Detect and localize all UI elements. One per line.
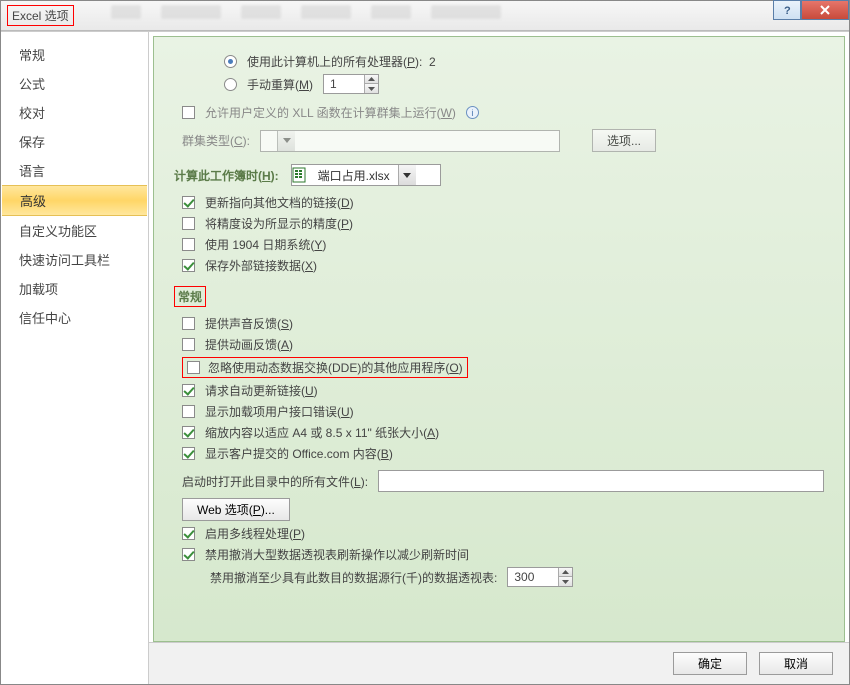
help-button[interactable]: ? [773,0,801,20]
check-ignore-dde[interactable] [187,361,200,374]
title-highlight: Excel 选项 [7,5,74,26]
dialog-window: Excel 选项 ? 常规 公式 校对 保存 语言 高级 [0,0,850,685]
cluster-type-combo[interactable] [260,130,560,152]
dialog-footer: 确定 取消 [149,642,849,684]
check-update-links[interactable] [182,196,195,209]
sidebar-item-advanced[interactable]: 高级 [2,185,147,216]
check-anim-feedback[interactable] [182,338,195,351]
info-icon[interactable]: i [466,106,479,119]
sidebar-item-qat[interactable]: 快速访问工具栏 [1,245,148,274]
check-save-external[interactable] [182,259,195,272]
ok-button[interactable]: 确定 [673,652,747,675]
startup-folder-input[interactable] [378,470,824,492]
sidebar-item-addins[interactable]: 加载项 [1,274,148,303]
chevron-down-icon [398,165,416,185]
cancel-button[interactable]: 取消 [759,652,833,675]
spinner-icon[interactable] [364,75,378,93]
content-pane: 使用此计算机上的所有处理器(P): 2 手动重算(M) 1 [153,36,845,642]
min-rows-input[interactable]: 300 [507,567,573,587]
section-calculate-workbook: 计算此工作簿时(H): 端口占用.xlsx [174,164,824,186]
web-options-button[interactable]: Web 选项(P)... [182,498,290,521]
startup-folder-label: 启动时打开此目录中的所有文件(L): [182,473,368,490]
section-general-label: 常规 [174,286,206,307]
chevron-down-icon [277,131,295,151]
sidebar-item-proofing[interactable]: 校对 [1,98,148,127]
category-sidebar: 常规 公式 校对 保存 语言 高级 自定义功能区 快速访问工具栏 加载项 信任中… [1,32,149,684]
close-button[interactable] [801,0,849,20]
highlighted-ignore-dde: 忽略使用动态数据交换(DDE)的其他应用程序(O) [182,357,468,378]
check-multithread[interactable] [182,527,195,540]
opt-allow-xll: 允许用户定义的 XLL 函数在计算群集上运行(W) i [174,104,824,121]
proc-count: 2 [429,55,436,69]
svg-text:?: ? [784,5,791,16]
workbook-select-combo[interactable]: 端口占用.xlsx [291,164,441,186]
excel-file-icon [292,166,310,184]
sidebar-item-save[interactable]: 保存 [1,127,148,156]
opt-use-all-processors: 使用此计算机上的所有处理器(P): 2 [174,53,824,70]
sidebar-item-general[interactable]: 常规 [1,40,148,69]
window-buttons: ? [773,0,849,20]
check-ask-update-links[interactable] [182,384,195,397]
sidebar-item-customize-ribbon[interactable]: 自定义功能区 [1,216,148,245]
section-general: 常规 [174,286,824,307]
spinner-icon[interactable] [558,568,572,586]
title-bar: Excel 选项 ? [1,1,849,31]
check-sound-feedback[interactable] [182,317,195,330]
check-disable-undo-pivot[interactable] [182,548,195,561]
opt-manual-calc: 手动重算(M) 1 [174,74,824,94]
check-scale-a4[interactable] [182,426,195,439]
check-1904-date[interactable] [182,238,195,251]
check-addin-errors[interactable] [182,405,195,418]
check-precision[interactable] [182,217,195,230]
check-office-content[interactable] [182,447,195,460]
manual-thread-input[interactable]: 1 [323,74,379,94]
sidebar-item-language[interactable]: 语言 [1,156,148,185]
cluster-options-button[interactable]: 选项... [592,129,656,152]
sidebar-item-trust-center[interactable]: 信任中心 [1,303,148,332]
toolbar-blur-bg [111,5,779,25]
opt-cluster-type: 群集类型(C): 选项... [174,129,824,152]
check-allow-xll[interactable] [182,106,195,119]
sidebar-item-formulas[interactable]: 公式 [1,69,148,98]
radio-manual[interactable] [224,78,237,91]
radio-all-processors[interactable] [224,55,237,68]
window-title: Excel 选项 [12,9,69,23]
min-rows-label: 禁用撤消至少具有此数目的数据源行(千)的数据透视表: [210,569,497,586]
